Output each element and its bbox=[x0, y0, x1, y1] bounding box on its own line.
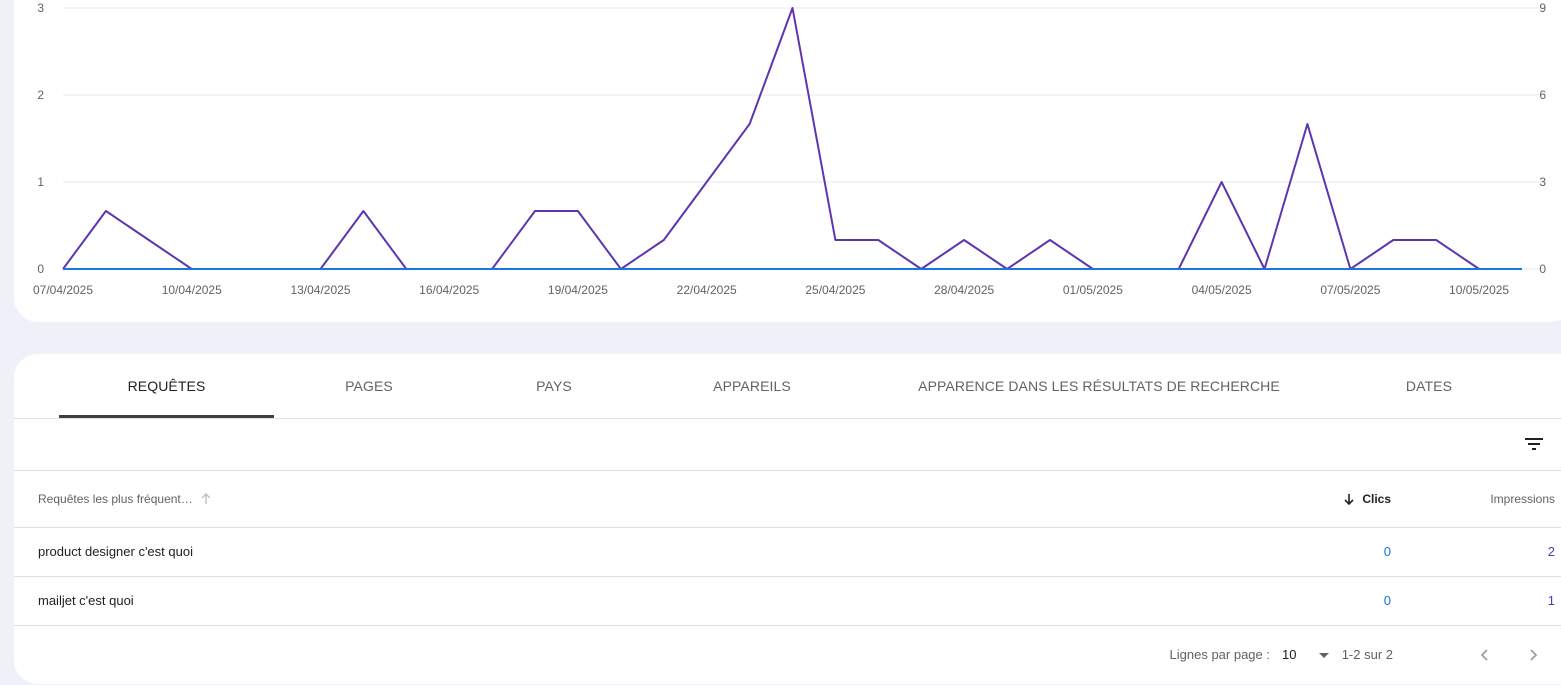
series-line-impressions bbox=[62, 7, 1522, 270]
impressions-cell: 1 bbox=[1547, 593, 1555, 608]
dimension-tabs: REQUÊTES PAGES PAYS APPAREILS APPARENCE … bbox=[14, 354, 1561, 419]
results-table-card: REQUÊTES PAGES PAYS APPAREILS APPARENCE … bbox=[14, 354, 1561, 684]
left-axis-tick-label: 3 bbox=[37, 1, 44, 15]
chevron-right-icon[interactable] bbox=[1521, 643, 1545, 667]
table-row[interactable]: product designer c'est quoi 0 2 bbox=[14, 528, 1561, 577]
x-axis-tick-label: 22/04/2025 bbox=[677, 283, 737, 297]
query-cell: mailjet c'est quoi bbox=[38, 593, 134, 608]
sort-up-icon bbox=[201, 493, 211, 504]
tab-dates[interactable]: DATES bbox=[1374, 354, 1484, 418]
x-axis-tick-label: 01/05/2025 bbox=[1063, 283, 1123, 297]
column-header-clicks-label: Clics bbox=[1362, 492, 1391, 506]
right-axis-tick-label: 0 bbox=[1539, 262, 1546, 276]
tab-queries[interactable]: REQUÊTES bbox=[59, 354, 274, 418]
x-axis-tick-label: 28/04/2025 bbox=[934, 283, 994, 297]
column-header-impressions[interactable]: Impressions bbox=[1490, 471, 1555, 527]
clicks-cell: 0 bbox=[1383, 544, 1391, 559]
table-header: Requêtes les plus fréquent… Clics Impres… bbox=[14, 471, 1561, 528]
query-cell: product designer c'est quoi bbox=[38, 544, 193, 559]
x-axis-tick-label: 04/05/2025 bbox=[1192, 283, 1252, 297]
x-axis-tick-label: 16/04/2025 bbox=[419, 283, 479, 297]
tab-search-appearance[interactable]: APPARENCE DANS LES RÉSULTATS DE RECHERCH… bbox=[914, 354, 1284, 418]
right-axis-tick-label: 6 bbox=[1539, 88, 1546, 102]
column-header-clicks[interactable]: Clics bbox=[1342, 471, 1391, 527]
right-axis-tick-label: 3 bbox=[1539, 175, 1546, 189]
clicks-cell: 0 bbox=[1383, 593, 1391, 608]
column-header-queries-label: Requêtes les plus fréquent… bbox=[38, 492, 193, 506]
x-axis-tick-label: 07/05/2025 bbox=[1320, 283, 1380, 297]
tab-pages[interactable]: PAGES bbox=[294, 354, 444, 418]
x-axis-tick-label: 10/04/2025 bbox=[162, 283, 222, 297]
left-axis-tick-label: 1 bbox=[37, 175, 44, 189]
column-header-queries[interactable]: Requêtes les plus fréquent… bbox=[38, 471, 213, 527]
active-tab-indicator bbox=[59, 415, 274, 418]
rows-per-page-label: Lignes par page : bbox=[1169, 647, 1270, 662]
chevron-left-icon[interactable] bbox=[1473, 643, 1497, 667]
rows-per-page-value: 10 bbox=[1282, 647, 1297, 662]
filter-icon[interactable] bbox=[1522, 432, 1546, 456]
impressions-cell: 2 bbox=[1547, 544, 1555, 559]
x-axis-tick-label: 25/04/2025 bbox=[805, 283, 865, 297]
performance-chart-card: 0 1 2 3 0 3 6 9 07/04/2025 10/04/2025 13/04/2025 16… bbox=[14, 0, 1561, 322]
left-axis-tick-label: 0 bbox=[37, 262, 44, 276]
page-range: 1-2 sur 2 bbox=[1341, 647, 1393, 662]
x-axis-tick-label: 07/04/2025 bbox=[33, 283, 93, 297]
sort-down-icon bbox=[1344, 494, 1354, 506]
left-axis-tick-label: 2 bbox=[37, 88, 44, 102]
pagination: Lignes par page : 10 1-2 sur 2 bbox=[14, 625, 1561, 685]
right-axis-tick-label: 9 bbox=[1539, 1, 1546, 15]
filter-bar bbox=[14, 419, 1561, 471]
x-axis-tick-label: 13/04/2025 bbox=[290, 283, 350, 297]
performance-chart: 0 1 2 3 0 3 6 9 07/04/2025 10/04/2025 13/04/2025 16… bbox=[33, 1, 1546, 297]
tab-devices[interactable]: APPAREILS bbox=[674, 354, 830, 418]
x-axis-tick-label: 19/04/2025 bbox=[548, 283, 608, 297]
table-row[interactable]: mailjet c'est quoi 0 1 bbox=[14, 577, 1561, 626]
x-axis-tick-label: 10/05/2025 bbox=[1449, 283, 1509, 297]
tab-countries[interactable]: PAYS bbox=[484, 354, 624, 418]
rows-per-page-select[interactable]: 10 bbox=[1282, 625, 1332, 685]
column-header-impressions-label: Impressions bbox=[1490, 492, 1555, 506]
dropdown-icon bbox=[1319, 653, 1329, 658]
